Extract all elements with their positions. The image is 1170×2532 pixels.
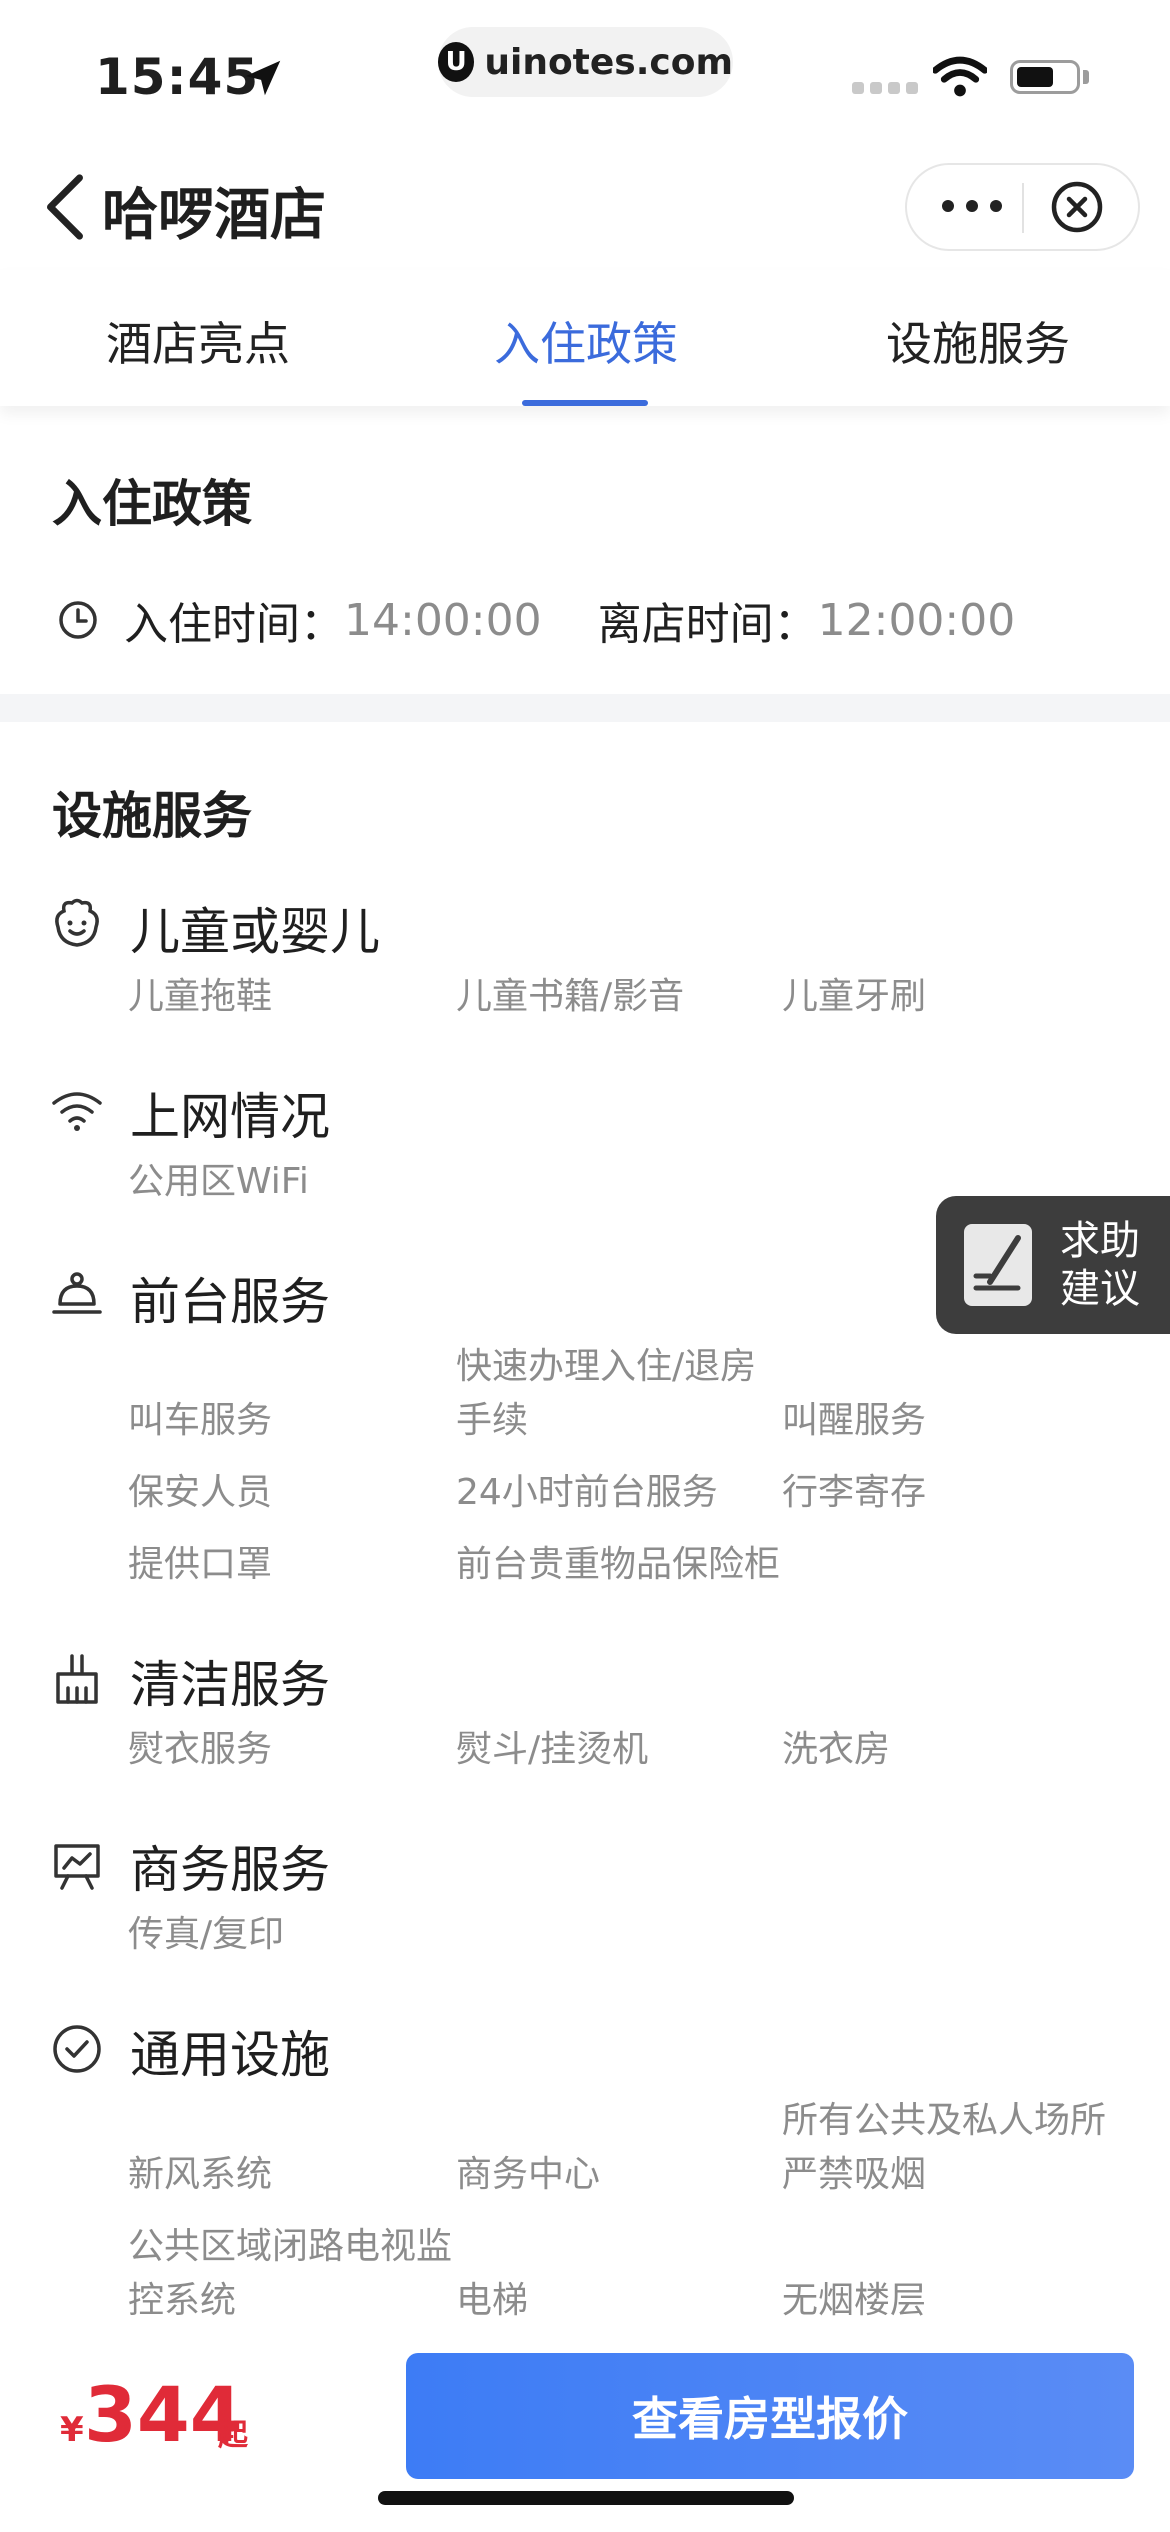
tab-highlights[interactable]: 酒店亮点	[106, 308, 290, 374]
status-time: 15:45	[95, 48, 260, 106]
tab-checkin-policy[interactable]: 入住政策	[494, 308, 678, 374]
facility-item: 行李寄存	[782, 1472, 927, 1513]
presentation-board-icon	[54, 1844, 100, 1890]
tab-facilities[interactable]: 设施服务	[886, 308, 1070, 374]
facility-item: 儿童书籍/影音	[456, 976, 685, 1017]
location-arrow-icon	[245, 60, 281, 96]
checkin-label: 入住时间：	[124, 599, 344, 650]
facility-item: 24小时前台服务	[456, 1472, 718, 1513]
facility-item: 传真/复印	[128, 1914, 285, 1955]
cellular-signal-icon	[852, 82, 918, 94]
category-name-front-desk: 前台服务	[130, 1273, 330, 1331]
baby-face-icon	[55, 898, 99, 947]
facility-item: 商务中心	[456, 2154, 601, 2195]
active-tab-indicator	[522, 400, 648, 406]
view-room-prices-button[interactable]: 查看房型报价	[406, 2353, 1134, 2479]
close-circle-icon[interactable]	[1050, 180, 1104, 234]
more-dots-icon[interactable]	[940, 198, 1004, 214]
section-divider	[0, 694, 1170, 722]
facility-item: 电梯	[456, 2280, 529, 2321]
category-name-kids: 儿童或婴儿	[130, 903, 380, 961]
wifi-status-icon	[933, 56, 987, 97]
facility-item: 叫醒服务	[782, 1400, 927, 1441]
reception-bell-icon	[52, 1272, 102, 1314]
facility-item: 洗衣房	[782, 1729, 891, 1770]
facilities-section-title: 设施服务	[52, 787, 252, 845]
wifi-icon	[52, 1092, 102, 1131]
battery-nub	[1083, 70, 1089, 84]
facility-item: 儿童牙刷	[782, 976, 927, 1017]
url-text: uinotes.com	[484, 41, 733, 83]
facility-item: 快速办理入住/退房手续	[456, 1346, 757, 1441]
feedback-pen-icon	[964, 1224, 1032, 1306]
facility-item: 前台贵重物品保险柜	[456, 1544, 781, 1585]
checkout-label: 离店时间：	[597, 599, 818, 650]
checkout-value: 12:00:00	[817, 594, 1016, 646]
check-circle-icon	[53, 2025, 101, 2073]
facility-item: 叫车服务	[128, 1400, 273, 1441]
price-currency: ¥	[60, 2410, 84, 2450]
clock-icon	[59, 601, 97, 639]
site-logo-icon: U	[438, 42, 475, 82]
battery-icon	[1010, 60, 1080, 94]
home-indicator	[378, 2491, 794, 2505]
facility-item: 熨斗/挂烫机	[456, 1729, 649, 1770]
facility-item: 公用区WiFi	[128, 1161, 309, 1202]
category-name-internet: 上网情况	[130, 1088, 330, 1146]
back-chevron-icon[interactable]	[42, 172, 86, 242]
help-feedback-button[interactable]: 求助 建议	[936, 1196, 1170, 1334]
facility-item: 无烟楼层	[782, 2280, 927, 2321]
page-title: 哈啰酒店	[102, 183, 326, 248]
broom-icon	[56, 1654, 98, 1704]
checkin-checkout-times: 入住时间： 14:00:00 离店时间： 12:00:00	[56, 588, 1015, 652]
policy-section-title: 入住政策	[52, 475, 252, 533]
facility-item: 保安人员	[128, 1472, 273, 1513]
help-label-line1: 求助	[1060, 1218, 1140, 1264]
facility-item: 公共区域闭路电视监控系统	[128, 2226, 453, 2321]
facility-item: 新风系统	[128, 2154, 273, 2195]
help-label-line2: 建议	[1060, 1266, 1140, 1312]
category-name-general: 通用设施	[130, 2026, 330, 2084]
price-suffix: 起	[218, 2418, 248, 2453]
category-name-cleaning: 清洁服务	[130, 1656, 330, 1714]
facility-item: 所有公共及私人场所严禁吸烟	[782, 2100, 1107, 2195]
url-pill[interactable]: U uinotes.com	[438, 27, 733, 97]
facility-item: 熨衣服务	[128, 1729, 273, 1770]
facility-item: 提供口罩	[128, 1544, 273, 1585]
capsule-divider	[1022, 183, 1024, 233]
checkin-value: 14:00:00	[344, 594, 542, 646]
facility-item: 儿童拖鞋	[128, 976, 273, 1017]
category-name-business: 商务服务	[130, 1841, 330, 1899]
